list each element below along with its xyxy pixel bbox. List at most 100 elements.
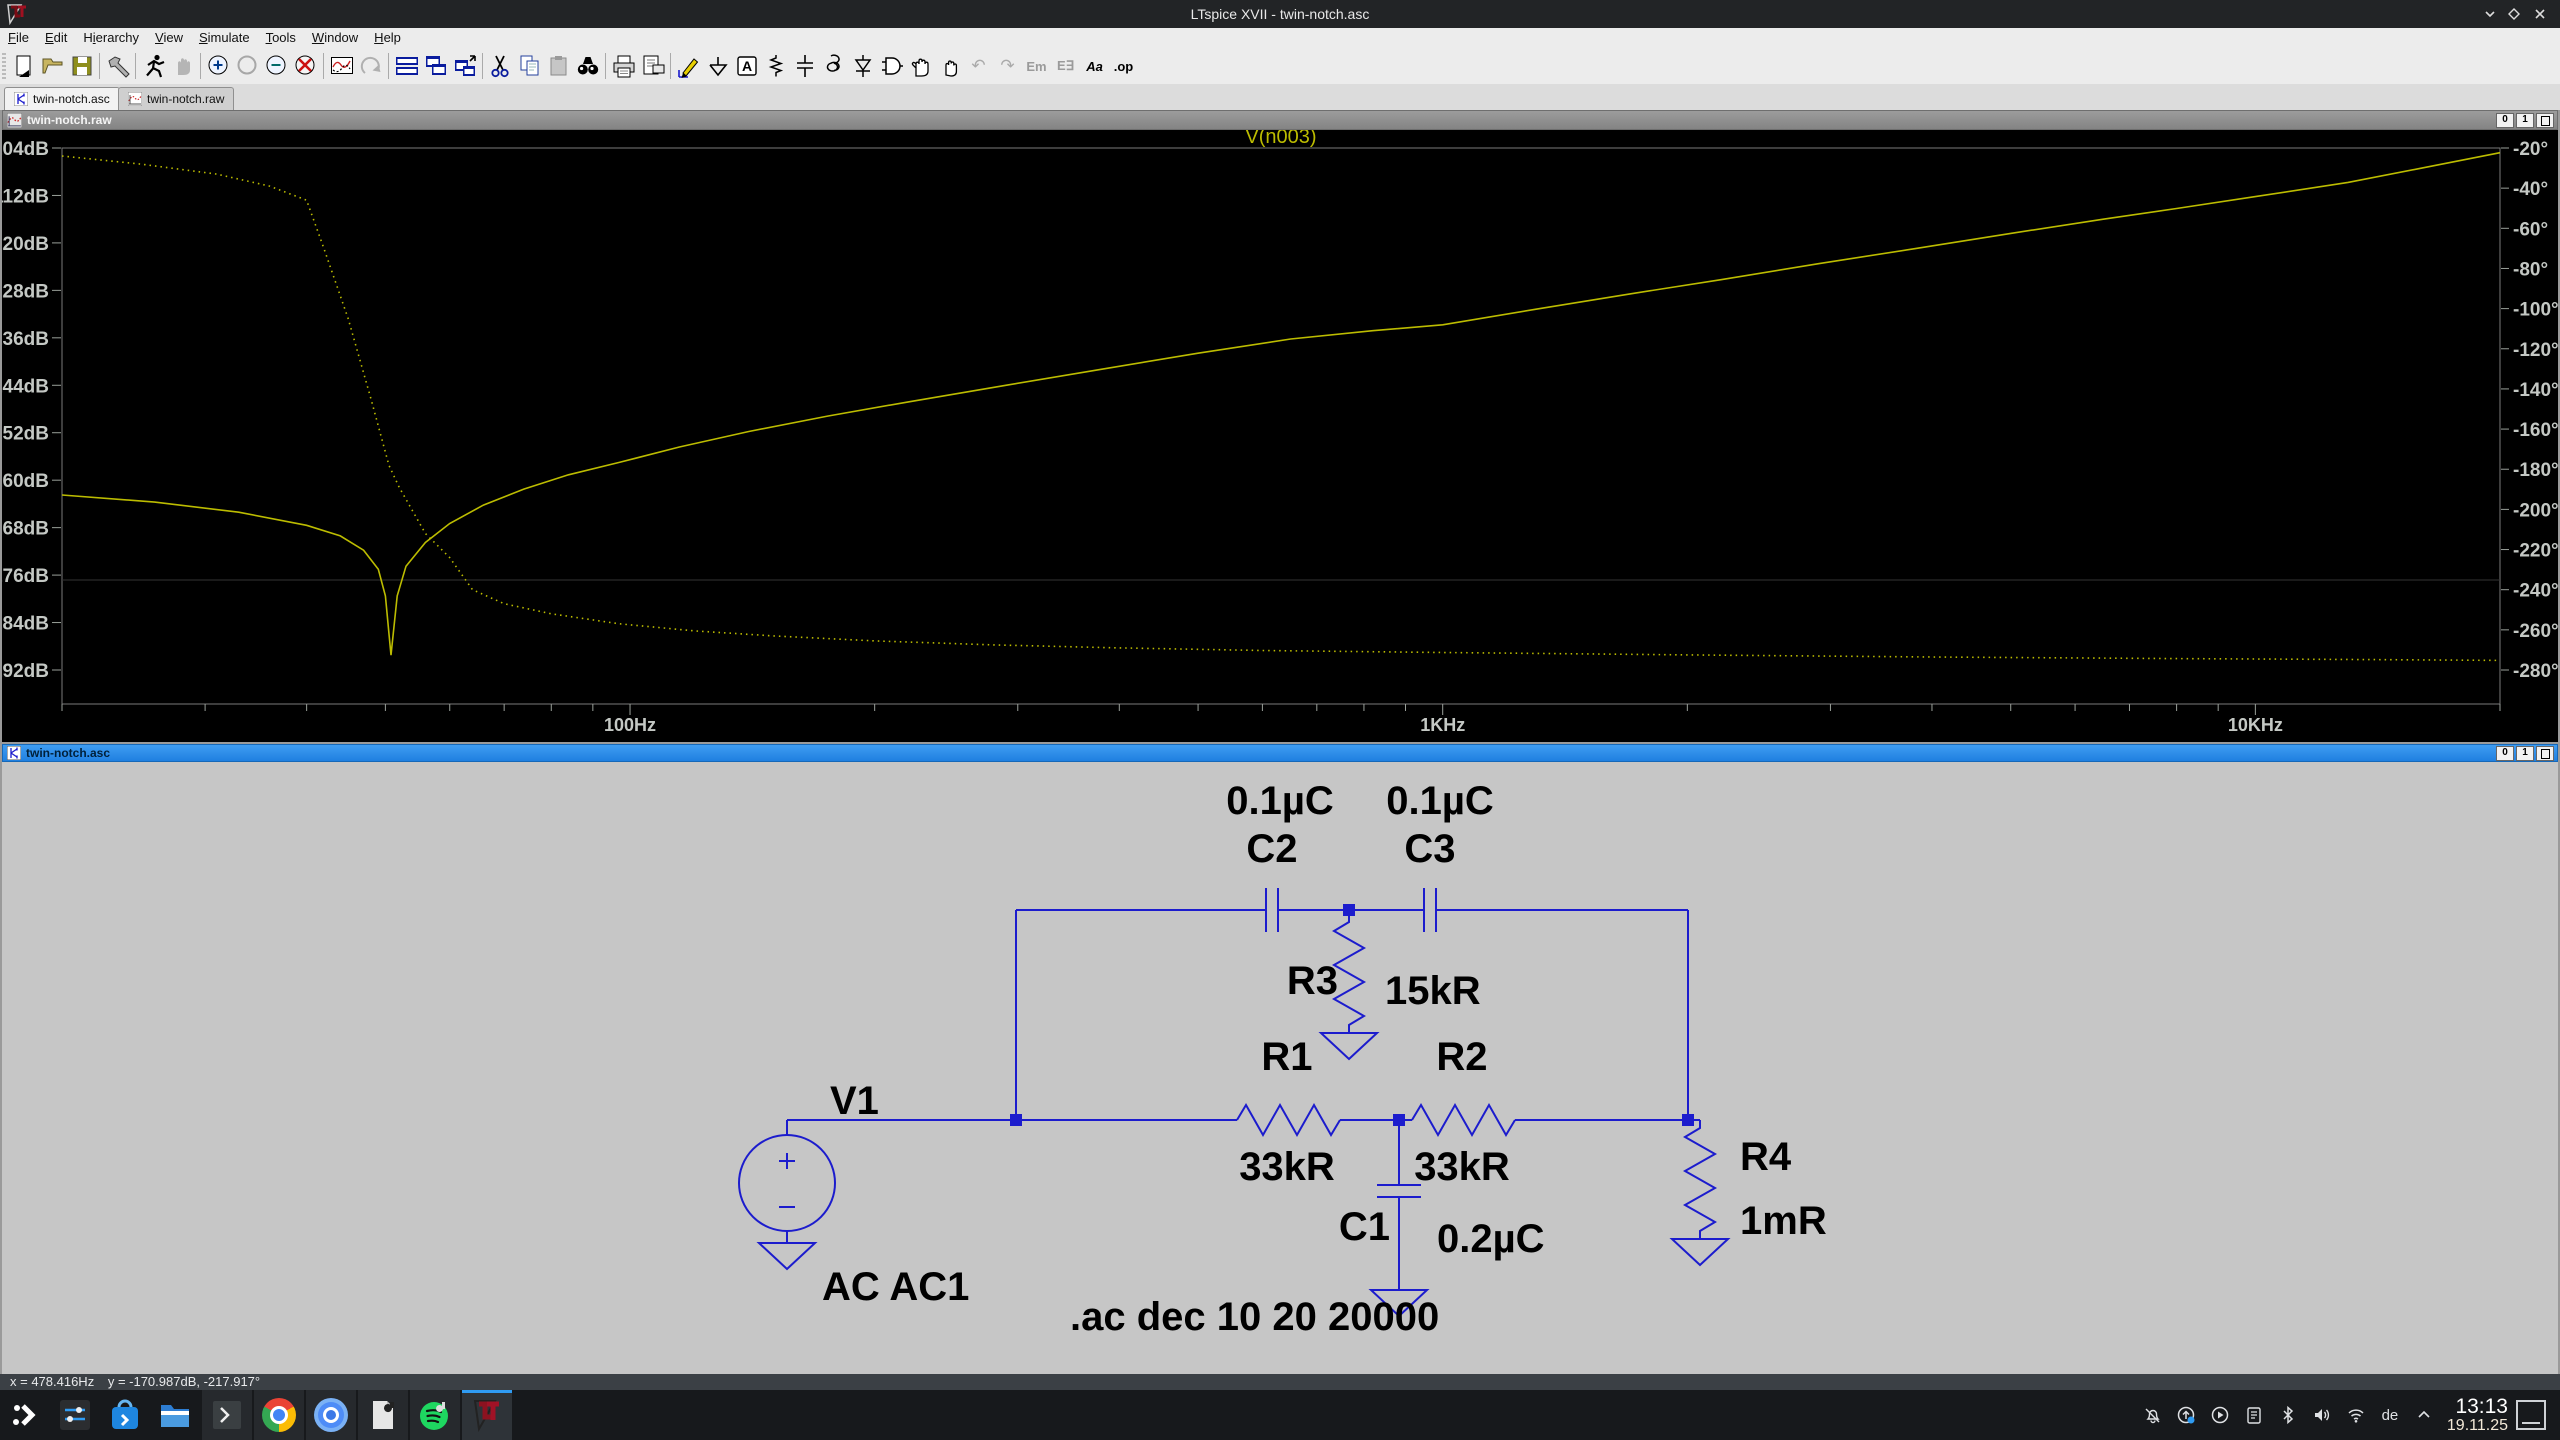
terminal-button[interactable]	[202, 1390, 252, 1440]
volume-icon[interactable]	[2305, 1390, 2339, 1440]
app-launcher-button[interactable]	[0, 1390, 50, 1440]
c2-value-label[interactable]: 0.1µC	[1226, 779, 1334, 823]
voltage-source-V1[interactable]	[739, 1135, 835, 1231]
chromium-button[interactable]	[306, 1390, 356, 1440]
capacitor-tool-button[interactable]	[790, 52, 819, 81]
menu-file[interactable]: File	[0, 28, 37, 48]
capacitor-C2[interactable]	[1266, 888, 1278, 932]
wave-maximize-button[interactable]: 1	[2516, 113, 2534, 128]
spice-directive-button[interactable]: .op	[1109, 52, 1138, 81]
r4-ref-label[interactable]: R4	[1740, 1135, 1792, 1179]
close-button[interactable]	[2532, 6, 2548, 22]
c1-ref-label[interactable]: C1	[1339, 1205, 1390, 1249]
bluetooth-icon[interactable]	[2271, 1390, 2305, 1440]
spice-directive-text[interactable]: .ac dec 10 20 20000	[1070, 1295, 1439, 1339]
menu-help[interactable]: Help	[366, 28, 409, 48]
media-play-icon[interactable]	[2203, 1390, 2237, 1440]
chrome-button[interactable]	[254, 1390, 304, 1440]
schematic-canvas[interactable]: 0.1µC 0.1µC C2 C3 R3 15kR R1 R2 33kR 33k…	[2, 762, 2558, 1374]
maximize-button[interactable]	[2506, 6, 2522, 22]
inductor-tool-button[interactable]	[819, 52, 848, 81]
capacitor-C3[interactable]	[1424, 888, 1436, 932]
tab-twin-notch-asc[interactable]: twin-notch.asc	[4, 87, 120, 110]
clipboard-icon[interactable]	[2237, 1390, 2271, 1440]
halt-button[interactable]	[168, 52, 197, 81]
paste-button[interactable]	[544, 52, 573, 81]
save-button[interactable]	[67, 52, 96, 81]
copy-button[interactable]	[515, 52, 544, 81]
v1-ref-label[interactable]: V1	[830, 1079, 879, 1123]
menu-simulate[interactable]: Simulate	[191, 28, 258, 48]
undo-button[interactable]: ↶	[964, 52, 993, 81]
wifi-icon[interactable]	[2339, 1390, 2373, 1440]
ground-symbol[interactable]	[1672, 1239, 1728, 1265]
updates-icon[interactable]	[2169, 1390, 2203, 1440]
diode-tool-button[interactable]	[848, 52, 877, 81]
wave-close-button[interactable]	[2536, 113, 2554, 128]
wire-tool-button[interactable]	[674, 52, 703, 81]
v1-value-label[interactable]: AC AC1	[822, 1265, 969, 1309]
trace-title[interactable]: V(n003)	[1245, 130, 1316, 148]
notifications-icon[interactable]	[2135, 1390, 2169, 1440]
clock[interactable]: 13:13 19.11.25	[2447, 1396, 2508, 1435]
ltspice-button[interactable]	[462, 1390, 512, 1440]
schem-maximize-button[interactable]: 1	[2516, 746, 2534, 761]
menu-hierarchy[interactable]: Hierarchy	[75, 28, 147, 48]
zoom-in-button[interactable]	[204, 52, 233, 81]
open-file-button[interactable]	[38, 52, 67, 81]
new-schematic-button[interactable]	[9, 52, 38, 81]
redo-button[interactable]: ↷	[993, 52, 1022, 81]
menu-edit[interactable]: Edit	[37, 28, 75, 48]
drag-tool-button[interactable]	[935, 52, 964, 81]
file-manager-button[interactable]	[150, 1390, 200, 1440]
print-preview-button[interactable]	[638, 52, 667, 81]
resistor-R4[interactable]	[1685, 1120, 1715, 1239]
resistor-R3[interactable]	[1334, 910, 1364, 1033]
keyboard-layout-indicator[interactable]: de	[2373, 1390, 2407, 1440]
software-store-button[interactable]	[100, 1390, 150, 1440]
pan-button[interactable]	[356, 52, 385, 81]
tab-twin-notch-raw[interactable]: twin-notch.raw	[118, 87, 234, 110]
audio-file-button[interactable]	[358, 1390, 408, 1440]
zoom-out-button[interactable]	[262, 52, 291, 81]
menu-tools[interactable]: Tools	[258, 28, 304, 48]
ground-symbol[interactable]	[1321, 1033, 1377, 1059]
phase-trace[interactable]	[62, 156, 2500, 660]
schem-close-button[interactable]	[2536, 746, 2554, 761]
r2-ref-label[interactable]: R2	[1436, 1035, 1487, 1079]
r1-value-label[interactable]: 33kR	[1239, 1145, 1335, 1189]
cut-button[interactable]	[486, 52, 515, 81]
schematic-window-titlebar[interactable]: twin-notch.asc 0 1	[2, 744, 2558, 762]
spotify-button[interactable]	[410, 1390, 460, 1440]
rotate-button[interactable]: E∃	[1051, 52, 1080, 81]
run-button[interactable]	[139, 52, 168, 81]
tile-vertical-button[interactable]	[450, 52, 479, 81]
minimize-button[interactable]	[2482, 6, 2498, 22]
ground-symbol[interactable]	[759, 1231, 815, 1269]
menu-view[interactable]: View	[147, 28, 191, 48]
c2-ref-label[interactable]: C2	[1246, 827, 1297, 871]
toolbar-grip[interactable]	[2, 53, 6, 79]
ground-tool-button[interactable]	[703, 52, 732, 81]
resistor-R2[interactable]	[1412, 1105, 1515, 1135]
cascade-windows-button[interactable]	[421, 52, 450, 81]
r2-value-label[interactable]: 33kR	[1414, 1145, 1510, 1189]
zoom-area-button[interactable]	[233, 52, 262, 81]
c3-ref-label[interactable]: C3	[1404, 827, 1455, 871]
control-panel-button[interactable]	[103, 52, 132, 81]
component-tool-button[interactable]	[877, 52, 906, 81]
tile-horizontal-button[interactable]	[392, 52, 421, 81]
wire[interactable]	[787, 1120, 1700, 1135]
mirror-button[interactable]: Em	[1022, 52, 1051, 81]
zoom-full-extents-button[interactable]	[291, 52, 320, 81]
r3-value-label[interactable]: 15kR	[1385, 969, 1481, 1013]
autorange-button[interactable]	[327, 52, 356, 81]
move-tool-button[interactable]	[906, 52, 935, 81]
resistor-R1[interactable]	[1237, 1105, 1340, 1135]
print-button[interactable]	[609, 52, 638, 81]
label-tool-button[interactable]: A	[732, 52, 761, 81]
wave-minimize-button[interactable]: 0	[2496, 113, 2514, 128]
waveform-plot[interactable]: V(n003)-104dB-112dB-120dB-128dB-136dB-14…	[2, 130, 2558, 742]
text-tool-button[interactable]: Aa	[1080, 52, 1109, 81]
tray-expand-icon[interactable]	[2407, 1390, 2441, 1440]
